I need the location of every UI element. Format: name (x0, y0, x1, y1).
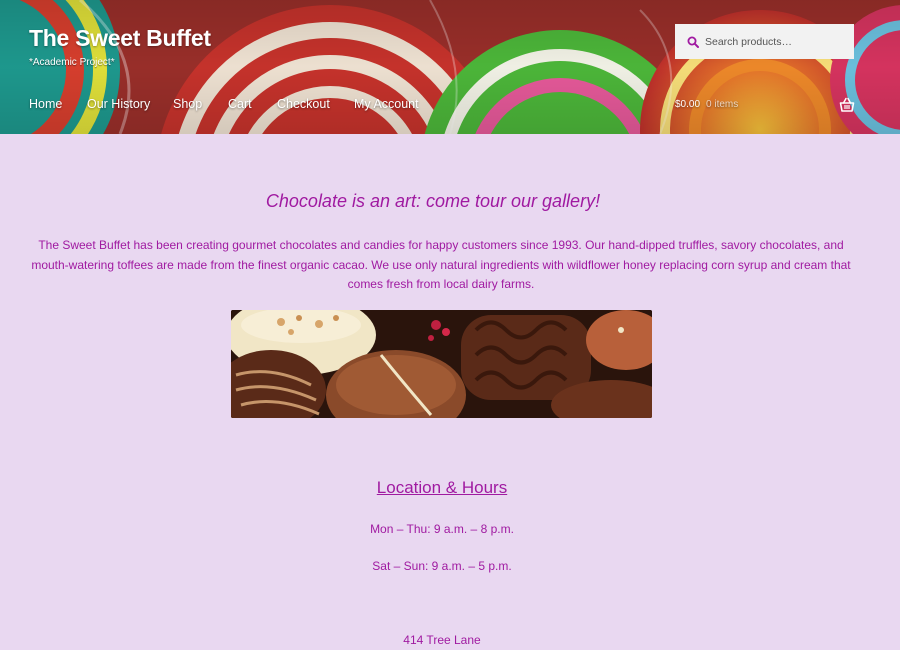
chocolate-gallery-image (231, 310, 652, 418)
nav-checkout[interactable]: Checkout (277, 97, 330, 111)
hours-weekday: Mon – Thu: 9 a.m. – 8 p.m. (370, 522, 514, 536)
cart-summary[interactable]: $0.00 0 items (675, 99, 738, 110)
search-icon (687, 36, 699, 48)
cart-item-count: 0 items (706, 99, 739, 110)
nav-my-account[interactable]: My Account (354, 97, 419, 111)
search-box[interactable] (675, 24, 854, 59)
nav-our-history[interactable]: Our History (87, 97, 150, 111)
address: 414 Tree Lane (403, 633, 481, 647)
location-hours-heading[interactable]: Location & Hours (0, 478, 884, 498)
intro-paragraph: The Sweet Buffet has been creating gourm… (31, 238, 851, 291)
hours-weekend: Sat – Sun: 9 a.m. – 5 p.m. (372, 559, 512, 573)
site-title[interactable]: The Sweet Buffet (29, 25, 211, 52)
header-overlay (0, 0, 900, 134)
site-header: The Sweet Buffet *Academic Project* Home… (0, 0, 900, 134)
nav-shop[interactable]: Shop (173, 97, 202, 111)
gallery-heading: Chocolate is an art: come tour our galle… (265, 191, 601, 211)
site-tagline: *Academic Project* (29, 57, 115, 68)
nav-home[interactable]: Home (29, 97, 62, 111)
nav-cart[interactable]: Cart (228, 97, 252, 111)
basket-icon[interactable] (839, 97, 855, 113)
search-input[interactable] (705, 35, 845, 48)
cart-total: $0.00 (675, 99, 701, 110)
